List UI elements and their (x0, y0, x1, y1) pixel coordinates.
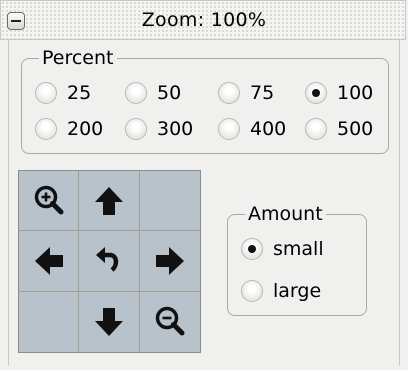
amount-group: Amount small large (227, 202, 367, 316)
radio-circle-checked (241, 238, 263, 260)
pan-up-button[interactable] (79, 171, 140, 232)
arrow-left-icon (34, 246, 63, 275)
radio-circle (125, 82, 147, 104)
radio-circle (218, 82, 240, 104)
reset-button[interactable] (79, 231, 140, 292)
percent-option-400[interactable]: 400 (218, 115, 286, 143)
zoom-in-button[interactable] (19, 171, 80, 232)
percent-option-label: 500 (337, 118, 374, 140)
percent-option-25[interactable]: 25 (35, 79, 91, 107)
percent-option-label: 300 (157, 118, 194, 140)
amount-option-label: large (273, 280, 322, 302)
arrow-up-icon (94, 186, 123, 215)
amount-option-small[interactable]: small (241, 235, 324, 263)
percent-option-label: 25 (67, 82, 92, 104)
percent-option-200[interactable]: 200 (35, 115, 103, 143)
window-title: Zoom: 100% (141, 9, 267, 31)
radio-circle (35, 118, 57, 140)
zoom-titlebar: Zoom: 100% (0, 0, 406, 40)
amount-option-label: small (273, 238, 324, 260)
percent-option-75[interactable]: 75 (218, 79, 274, 107)
percent-option-label: 75 (250, 82, 275, 104)
zoom-in-icon (34, 185, 64, 215)
percent-option-500[interactable]: 500 (305, 115, 373, 143)
radio-circle (218, 118, 240, 140)
pan-down-button[interactable] (79, 291, 140, 352)
percent-group: Percent 25 50 75 100 200 300 400 500 (21, 46, 389, 154)
percent-option-300[interactable]: 300 (125, 115, 193, 143)
percent-group-title: Percent (39, 46, 117, 70)
zoom-out-button[interactable] (140, 292, 200, 352)
amount-option-large[interactable]: large (241, 277, 321, 305)
pan-left-button[interactable] (19, 231, 80, 292)
percent-option-label: 100 (337, 82, 374, 104)
navigation-pad (18, 170, 201, 353)
radio-circle (241, 280, 263, 302)
amount-group-title: Amount (245, 202, 326, 226)
radio-circle (125, 118, 147, 140)
pan-right-button[interactable] (139, 231, 200, 292)
zoom-out-icon (155, 306, 185, 336)
percent-option-label: 400 (250, 118, 287, 140)
percent-option-label: 200 (67, 118, 104, 140)
percent-option-100[interactable]: 100 (305, 79, 373, 107)
percent-option-label: 50 (157, 82, 182, 104)
undo-icon (95, 246, 119, 272)
radio-circle-checked (305, 82, 327, 104)
empty-cell (139, 171, 200, 232)
radio-circle (305, 118, 327, 140)
empty-cell (19, 291, 80, 352)
percent-option-50[interactable]: 50 (125, 79, 181, 107)
arrow-down-icon (94, 307, 123, 336)
radio-circle (35, 82, 57, 104)
arrow-right-icon (155, 246, 184, 275)
